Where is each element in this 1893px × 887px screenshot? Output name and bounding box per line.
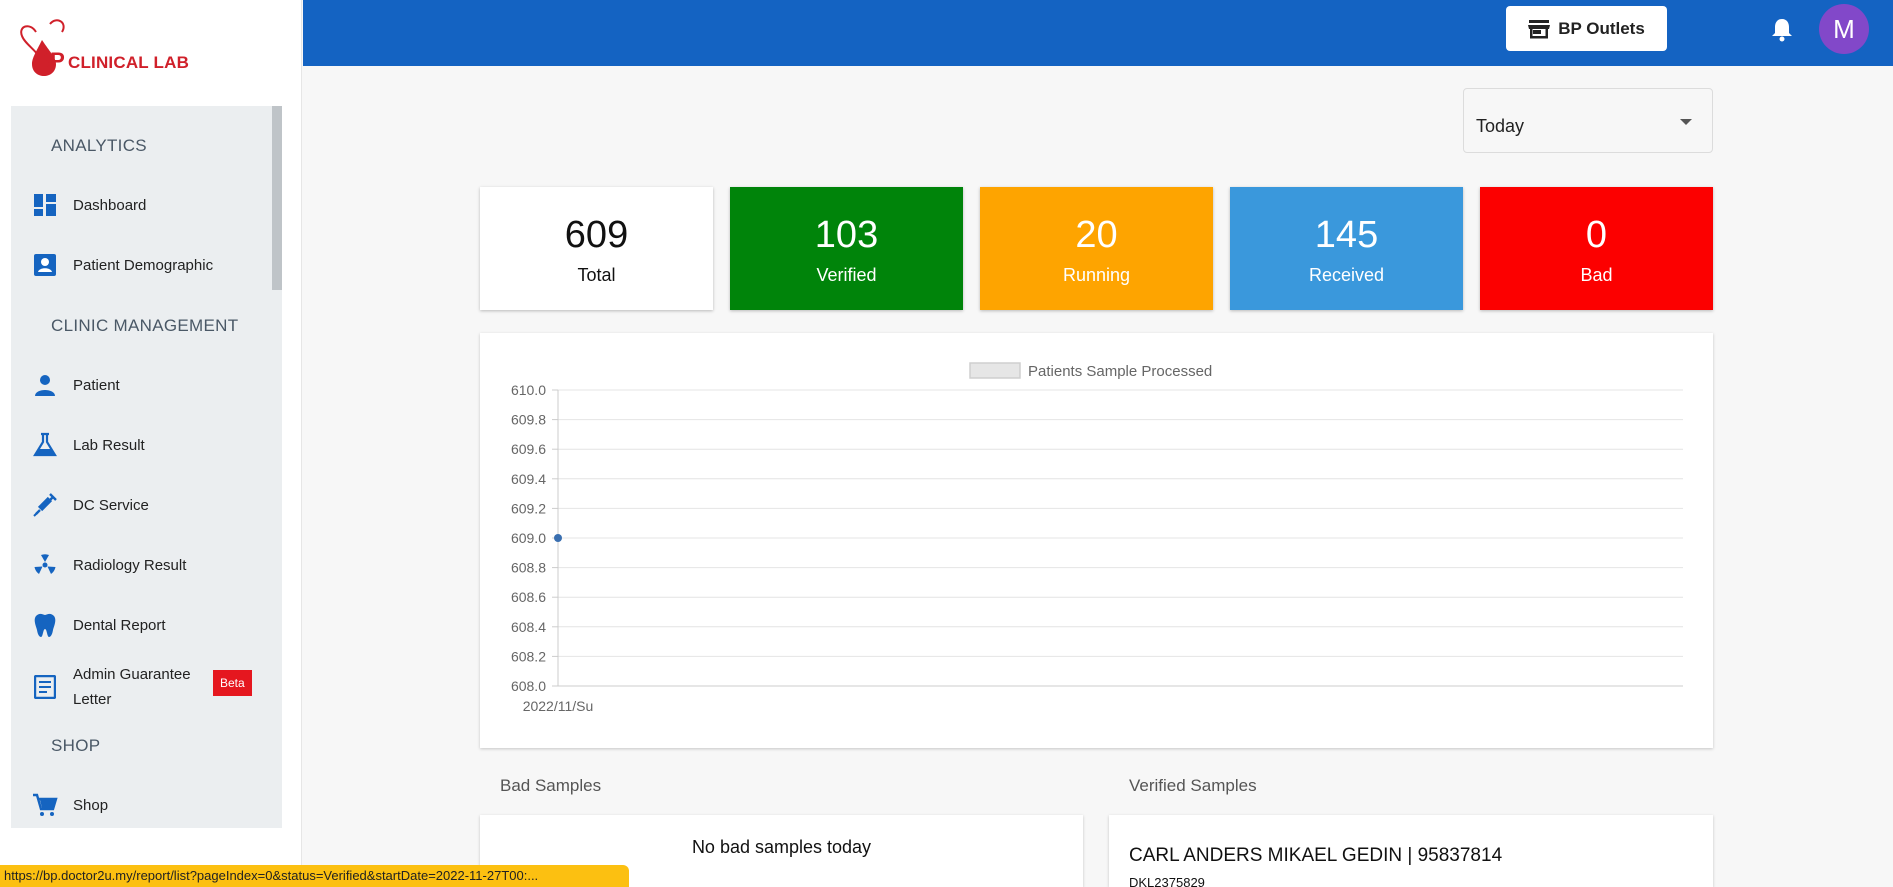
stat-value: 20 <box>1075 214 1118 256</box>
avatar[interactable]: M <box>1819 4 1869 54</box>
bad-samples-title: Bad Samples <box>500 776 602 795</box>
sidebar-item-label: Shop <box>73 796 109 814</box>
person-icon <box>31 371 59 399</box>
verified-samples-panel: CARL ANDERS MIKAEL GEDIN | 95837814 DKL2… <box>1109 815 1713 887</box>
sidebar-item-radiology-result[interactable]: Radiology Result <box>11 543 269 587</box>
stat-card-received[interactable]: 145 Received <box>1230 187 1463 310</box>
brand-bp: BP <box>34 48 65 73</box>
flask-icon <box>31 431 59 459</box>
stat-label: Received <box>1308 265 1385 285</box>
legend-label: Patients Sample Processed <box>1028 363 1212 380</box>
bp-outlets-label: BP Outlets <box>1558 18 1645 38</box>
stat-card-bad[interactable]: 0 Bad <box>1480 187 1713 310</box>
sidebar-item-label: Lab Result <box>73 436 145 454</box>
brand-name: BP CLINICAL LAB <box>34 48 189 74</box>
sidebar-item-label: Dashboard <box>73 196 147 214</box>
stat-card-running[interactable]: 20 Running <box>980 187 1213 310</box>
bad-samples-empty-message: No bad samples today <box>691 837 872 857</box>
stat-value: 0 <box>1585 214 1608 256</box>
sidebar-item-lab-result[interactable]: Lab Result <box>11 423 269 467</box>
y-tick-label: 609.8 <box>511 412 546 428</box>
stat-value: 145 <box>1314 214 1379 256</box>
sidebar-item-label: Patient Demographic <box>73 256 214 274</box>
y-tick-label: 608.0 <box>511 678 546 694</box>
y-tick-label: 609.0 <box>511 530 546 546</box>
stat-label: Total <box>577 265 616 285</box>
brand-logo[interactable]: BP CLINICAL LAB <box>16 18 206 80</box>
verified-sample-id: DKL2375829 <box>1129 875 1205 887</box>
section-analytics: ANALYTICS <box>51 136 147 155</box>
sidebar-item-label: Radiology Result <box>73 556 187 574</box>
beta-badge: Beta <box>213 670 252 696</box>
y-tick-label: 608.2 <box>511 648 546 664</box>
verified-sample-row[interactable]: CARL ANDERS MIKAEL GEDIN | 95837814 <box>1129 845 1502 867</box>
sidebar-item-dc-service[interactable]: DC Service <box>11 483 269 527</box>
sidebar-nav[interactable]: ANALYTICS Dashboard Patient Demographic … <box>11 106 282 828</box>
stat-card-verified[interactable]: 103 Verified <box>730 187 963 310</box>
notification-bell-icon[interactable] <box>1769 16 1795 42</box>
radiation-icon <box>31 551 59 579</box>
sidebar-item-shop[interactable]: Shop <box>11 783 269 827</box>
dashboard-icon <box>31 191 59 219</box>
top-bar: BP Outlets M <box>303 0 1893 66</box>
tooth-icon <box>31 611 59 639</box>
period-select[interactable]: Today <box>1463 88 1713 153</box>
stat-label: Bad <box>1580 265 1613 285</box>
document-icon <box>31 673 59 701</box>
sidebar-scrollbar[interactable] <box>272 106 282 290</box>
stat-label: Running <box>1062 265 1131 285</box>
stat-value: 609 <box>564 214 629 256</box>
syringe-icon <box>31 491 59 519</box>
data-point <box>554 534 562 542</box>
y-tick-label: 609.2 <box>511 500 546 516</box>
cart-icon <box>31 791 59 819</box>
sidebar-item-admin-guarantee-letter[interactable]: Admin Guarantee Letter Beta <box>11 661 269 713</box>
chart-svg: Patients Sample Processed 610.0 609.8 609.6… <box>511 362 1683 714</box>
y-tick-label: 608.4 <box>511 619 546 635</box>
sidebar-item-dental-report[interactable]: Dental Report <box>11 603 269 647</box>
section-clinic-management: CLINIC MANAGEMENT <box>51 316 239 335</box>
sidebar-item-patient[interactable]: Patient <box>11 363 269 407</box>
bp-outlets-button[interactable]: BP Outlets <box>1506 6 1667 51</box>
stat-value: 103 <box>814 214 879 256</box>
contact-card-icon <box>31 251 59 279</box>
y-tick-label: 608.8 <box>511 560 546 576</box>
stat-card-total[interactable]: 609 Total <box>480 187 713 310</box>
samples-chart: Patients Sample Processed 610.0 609.8 609.6… <box>480 333 1713 748</box>
y-tick-label: 609.4 <box>511 471 546 487</box>
y-tick-label: 610.0 <box>511 382 546 398</box>
status-url: https://bp.doctor2u.my/report/list?pageI… <box>0 865 629 887</box>
caret-down-icon <box>1680 119 1692 125</box>
verified-samples-title: Verified Samples <box>1129 776 1257 795</box>
sidebar-item-label: Patient <box>73 376 120 394</box>
sidebar: BP CLINICAL LAB ANALYTICS Dashboard Patie… <box>0 0 302 887</box>
legend-swatch <box>969 362 1021 379</box>
sidebar-item-patient-demographic[interactable]: Patient Demographic <box>11 243 269 287</box>
y-tick-label: 608.6 <box>511 589 546 605</box>
y-tick-label: 609.6 <box>511 441 546 457</box>
section-shop: SHOP <box>51 736 101 755</box>
sidebar-item-dashboard[interactable]: Dashboard <box>11 183 269 227</box>
period-value: Today <box>1476 116 1525 136</box>
store-icon <box>1528 19 1551 38</box>
sidebar-item-label: Admin Guarantee Letter <box>73 666 191 708</box>
sidebar-item-label: Dental Report <box>73 616 166 634</box>
stat-label: Verified <box>816 265 877 285</box>
sidebar-item-label: DC Service <box>73 496 149 514</box>
x-tick-label: 2022/11/Su <box>523 698 594 714</box>
brand-clinical-lab: CLINICAL LAB <box>67 53 190 72</box>
